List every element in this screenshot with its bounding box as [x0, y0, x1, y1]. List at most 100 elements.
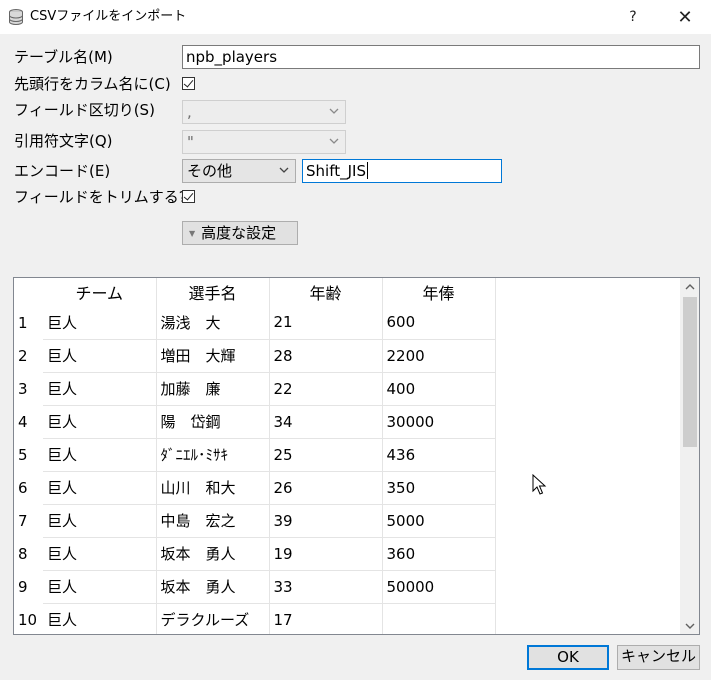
table-row[interactable]: 3 巨人 加藤 廉 22 400: [14, 372, 680, 406]
cell-age[interactable]: 33: [269, 570, 383, 604]
field-separator-value: ,: [187, 103, 192, 121]
row-number: 10: [18, 610, 38, 629]
cell-name[interactable]: デラクルーズ: [156, 603, 270, 634]
table-header-row: チーム 選手名 年齢 年俸: [14, 278, 680, 306]
cell-age[interactable]: 19: [269, 537, 383, 571]
scroll-up-button[interactable]: [680, 278, 699, 295]
scroll-down-button[interactable]: [680, 617, 699, 634]
row-number: 7: [18, 511, 28, 530]
encoding-select[interactable]: その他: [182, 159, 296, 183]
cell-salary[interactable]: 360: [382, 537, 496, 571]
empty-cell: [495, 405, 680, 438]
table-row[interactable]: 4 巨人陽 岱鋼 34 30000: [14, 405, 680, 439]
cell-name[interactable]: 加藤 廉: [156, 372, 270, 406]
cell-salary[interactable]: 5000: [382, 504, 496, 538]
quote-char-value: ": [187, 133, 194, 151]
cell-team[interactable]: 巨人: [43, 504, 157, 538]
quote-char-select[interactable]: ": [182, 130, 346, 154]
table-row[interactable]: 9 巨人 坂本 勇人 33 50000: [14, 570, 680, 604]
cell-name[interactable]: 中島 宏之: [156, 504, 270, 538]
cell-name[interactable]: 陽 岱鋼: [156, 405, 270, 439]
cell-age[interactable]: 17: [269, 603, 383, 634]
cell-salary[interactable]: 50000: [382, 570, 496, 604]
preview-grid[interactable]: チーム 選手名 年齢 年俸 1 巨人 湯浅 大 21 600 2 巨人 増田 大輝 28 2200…: [13, 277, 700, 635]
chevron-down-icon: [685, 623, 695, 629]
empty-cell: [495, 372, 680, 405]
table-name-input[interactable]: npb_players: [182, 45, 700, 69]
scroll-thumb[interactable]: [683, 297, 697, 447]
table-row[interactable]: 5 巨人 ﾀﾞﾆｴﾙ･ﾐｻｷ 25 436: [14, 438, 680, 472]
empty-cell: [495, 438, 680, 471]
cell-team[interactable]: 巨人: [43, 438, 157, 472]
cell-team[interactable]: 巨人: [43, 405, 157, 439]
chevron-down-icon: [329, 108, 339, 114]
cell-team[interactable]: 巨人: [43, 570, 157, 604]
cell-age[interactable]: 21: [269, 306, 383, 340]
cell-age[interactable]: 25: [269, 438, 383, 472]
chevron-down-icon: [329, 138, 339, 144]
trim-fields-checkbox[interactable]: [182, 190, 195, 203]
chevron-down-icon: [279, 167, 289, 173]
table-row[interactable]: 2 巨人 増田 大輝 28 2200: [14, 339, 680, 373]
row-number: 5: [18, 445, 28, 464]
cell-team[interactable]: 巨人: [43, 603, 157, 634]
cell-team[interactable]: 巨人: [43, 372, 157, 406]
cell-salary[interactable]: 2200: [382, 339, 496, 373]
empty-cell: [495, 537, 680, 570]
cell-name[interactable]: 坂本 勇人: [156, 570, 270, 604]
cell-name[interactable]: 坂本 勇人: [156, 537, 270, 571]
row-number: 4: [18, 412, 28, 431]
ok-button[interactable]: OK: [527, 645, 609, 670]
table-row[interactable]: 6 巨人 山川 和大 26 350: [14, 471, 680, 505]
column-header[interactable]: 年齢: [269, 278, 383, 306]
cell-name[interactable]: ﾀﾞﾆｴﾙ･ﾐｻｷ: [156, 438, 270, 472]
empty-cell: [495, 306, 680, 339]
table-row[interactable]: 7 巨人 中島 宏之 39 5000: [14, 504, 680, 538]
empty-cell: [495, 570, 680, 603]
mouse-pointer-icon: [532, 474, 547, 495]
cell-salary[interactable]: [382, 603, 496, 634]
empty-cell: [495, 339, 680, 372]
text-caret: [366, 162, 368, 179]
table-row[interactable]: 10 巨人 デラクルーズ 17: [14, 603, 680, 634]
row-number: 1: [18, 313, 28, 332]
header-row-checkbox[interactable]: [182, 77, 195, 90]
row-number: 3: [18, 379, 28, 398]
cell-team[interactable]: 巨人: [43, 537, 157, 571]
chevron-up-icon: [685, 283, 695, 289]
cell-name[interactable]: 山川 和大: [156, 471, 270, 505]
cell-age[interactable]: 34: [269, 405, 383, 439]
column-header[interactable]: 選手名: [156, 278, 270, 306]
advanced-settings-label: 高度な設定: [201, 224, 277, 242]
table-row[interactable]: 8 巨人 坂本 勇人 19 360: [14, 537, 680, 571]
trim-fields-label: フィールドをトリムする?: [14, 188, 187, 206]
cell-salary[interactable]: 600: [382, 306, 496, 340]
cell-salary[interactable]: 400: [382, 372, 496, 406]
cell-salary[interactable]: 350: [382, 471, 496, 505]
cell-age[interactable]: 39: [269, 504, 383, 538]
cell-age[interactable]: 22: [269, 372, 383, 406]
cell-age[interactable]: 28: [269, 339, 383, 373]
field-separator-label: フィールド区切り(S): [14, 101, 155, 119]
column-header[interactable]: チーム: [43, 278, 157, 306]
cell-salary[interactable]: 30000: [382, 405, 496, 439]
cancel-button[interactable]: キャンセル: [617, 645, 700, 670]
cell-team[interactable]: 巨人: [43, 339, 157, 373]
table-row[interactable]: 1 巨人 湯浅 大 21 600: [14, 306, 680, 340]
encoding-input[interactable]: Shift_JIS: [302, 159, 502, 183]
preview-table: チーム 選手名 年齢 年俸 1 巨人 湯浅 大 21 600 2 巨人 増田 大輝 28 2200…: [14, 278, 680, 634]
cell-team[interactable]: 巨人: [43, 306, 157, 340]
table-name-label: テーブル名(M): [14, 48, 113, 66]
cell-team[interactable]: 巨人: [43, 471, 157, 505]
cell-salary[interactable]: 436: [382, 438, 496, 472]
vertical-scrollbar[interactable]: [680, 278, 699, 634]
cell-name[interactable]: 湯浅 大: [156, 306, 270, 340]
advanced-settings-button[interactable]: ▼ 高度な設定: [182, 221, 298, 245]
cell-name[interactable]: 増田 大輝: [156, 339, 270, 373]
field-separator-select[interactable]: ,: [182, 100, 346, 124]
cell-age[interactable]: 26: [269, 471, 383, 505]
column-header[interactable]: 年俸: [382, 278, 496, 306]
database-icon: [9, 9, 23, 25]
help-button[interactable]: ?: [610, 2, 656, 32]
close-button[interactable]: ✕: [662, 2, 708, 32]
